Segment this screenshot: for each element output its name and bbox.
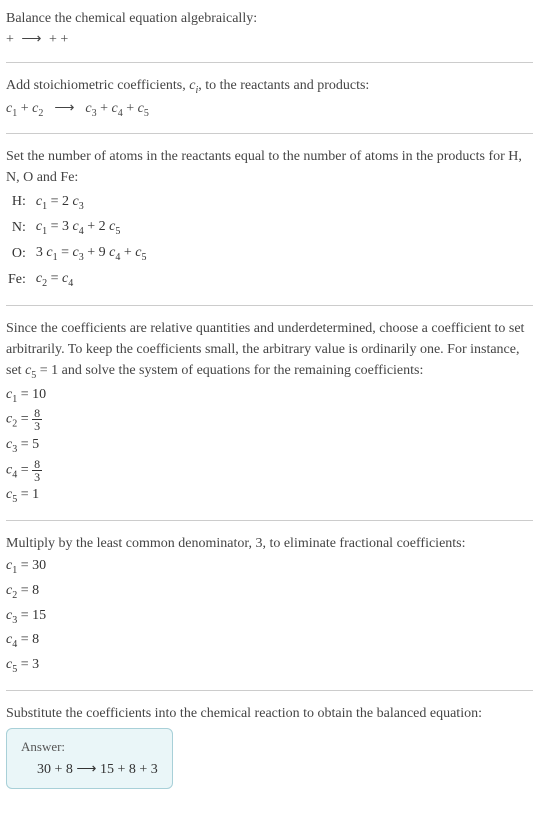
- table-row: O: 3 c1 = c3 + 9 c4 + c5: [6, 241, 152, 267]
- coef-list: c1 = 10 c2 = 83 c3 = 5 c4 = 83 c5 = 1: [6, 383, 533, 508]
- coef-line: c5 = 1: [6, 483, 533, 508]
- arrow-icon: ⟶: [50, 98, 78, 119]
- multiply-section: Multiply by the least common denominator…: [6, 533, 533, 678]
- arrow-icon: ⟶: [17, 29, 45, 50]
- stoich-equation: c1 + c2 ⟶ c3 + c4 + c5: [6, 98, 533, 121]
- divider: [6, 305, 533, 306]
- divider: [6, 520, 533, 521]
- coef-line: c3 = 15: [6, 604, 533, 629]
- atom-label: N:: [6, 215, 34, 241]
- stoich-intro: Add stoichiometric coefficients, ci, to …: [6, 75, 533, 98]
- coef-line: c1 = 30: [6, 554, 533, 579]
- choose-section: Since the coefficients are relative quan…: [6, 318, 533, 508]
- fraction: 83: [32, 407, 42, 432]
- answer-equation: 30 + 8 ⟶ 15 + 8 + 3: [21, 761, 158, 778]
- atoms-intro: Set the number of atoms in the reactants…: [6, 146, 533, 188]
- atom-eq: 3 c1 = c3 + 9 c4 + c5: [34, 241, 153, 267]
- atom-eq: c2 = c4: [34, 267, 153, 293]
- atoms-section: Set the number of atoms in the reactants…: [6, 146, 533, 293]
- coef-line: c4 = 8: [6, 628, 533, 653]
- choose-text: Since the coefficients are relative quan…: [6, 318, 533, 383]
- intro-equation: + ⟶ + +: [6, 29, 533, 50]
- table-row: N: c1 = 3 c4 + 2 c5: [6, 215, 152, 241]
- coef-line: c2 = 8: [6, 579, 533, 604]
- intro-plus2: + +: [49, 32, 68, 47]
- table-row: H: c1 = 2 c3: [6, 190, 152, 216]
- divider: [6, 62, 533, 63]
- coef-list: c1 = 30 c2 = 8 c3 = 15 c4 = 8 c5 = 3: [6, 554, 533, 678]
- coef-line: c1 = 10: [6, 383, 533, 408]
- atom-eq: c1 = 2 c3: [34, 190, 153, 216]
- fraction: 83: [32, 458, 42, 483]
- intro-line1: Balance the chemical equation algebraica…: [6, 8, 533, 29]
- answer-box: Answer: 30 + 8 ⟶ 15 + 8 + 3: [6, 728, 173, 789]
- stoich-section: Add stoichiometric coefficients, ci, to …: [6, 75, 533, 121]
- atom-label: H:: [6, 190, 34, 216]
- answer-label: Answer:: [21, 739, 158, 755]
- intro-section: Balance the chemical equation algebraica…: [6, 8, 533, 50]
- substitute-text: Substitute the coefficients into the che…: [6, 703, 533, 724]
- multiply-text: Multiply by the least common denominator…: [6, 533, 533, 554]
- atom-eq: c1 = 3 c4 + 2 c5: [34, 215, 153, 241]
- divider: [6, 133, 533, 134]
- atoms-table: H: c1 = 2 c3 N: c1 = 3 c4 + 2 c5 O: 3 c1…: [6, 190, 152, 293]
- coef-line: c3 = 5: [6, 433, 533, 458]
- atom-label: O:: [6, 241, 34, 267]
- table-row: Fe: c2 = c4: [6, 267, 152, 293]
- substitute-section: Substitute the coefficients into the che…: [6, 703, 533, 789]
- divider: [6, 690, 533, 691]
- coef-line: c5 = 3: [6, 653, 533, 678]
- coef-line: c2 = 83: [6, 407, 533, 433]
- intro-plus1: +: [6, 32, 17, 47]
- coef-line: c4 = 83: [6, 458, 533, 484]
- atom-label: Fe:: [6, 267, 34, 293]
